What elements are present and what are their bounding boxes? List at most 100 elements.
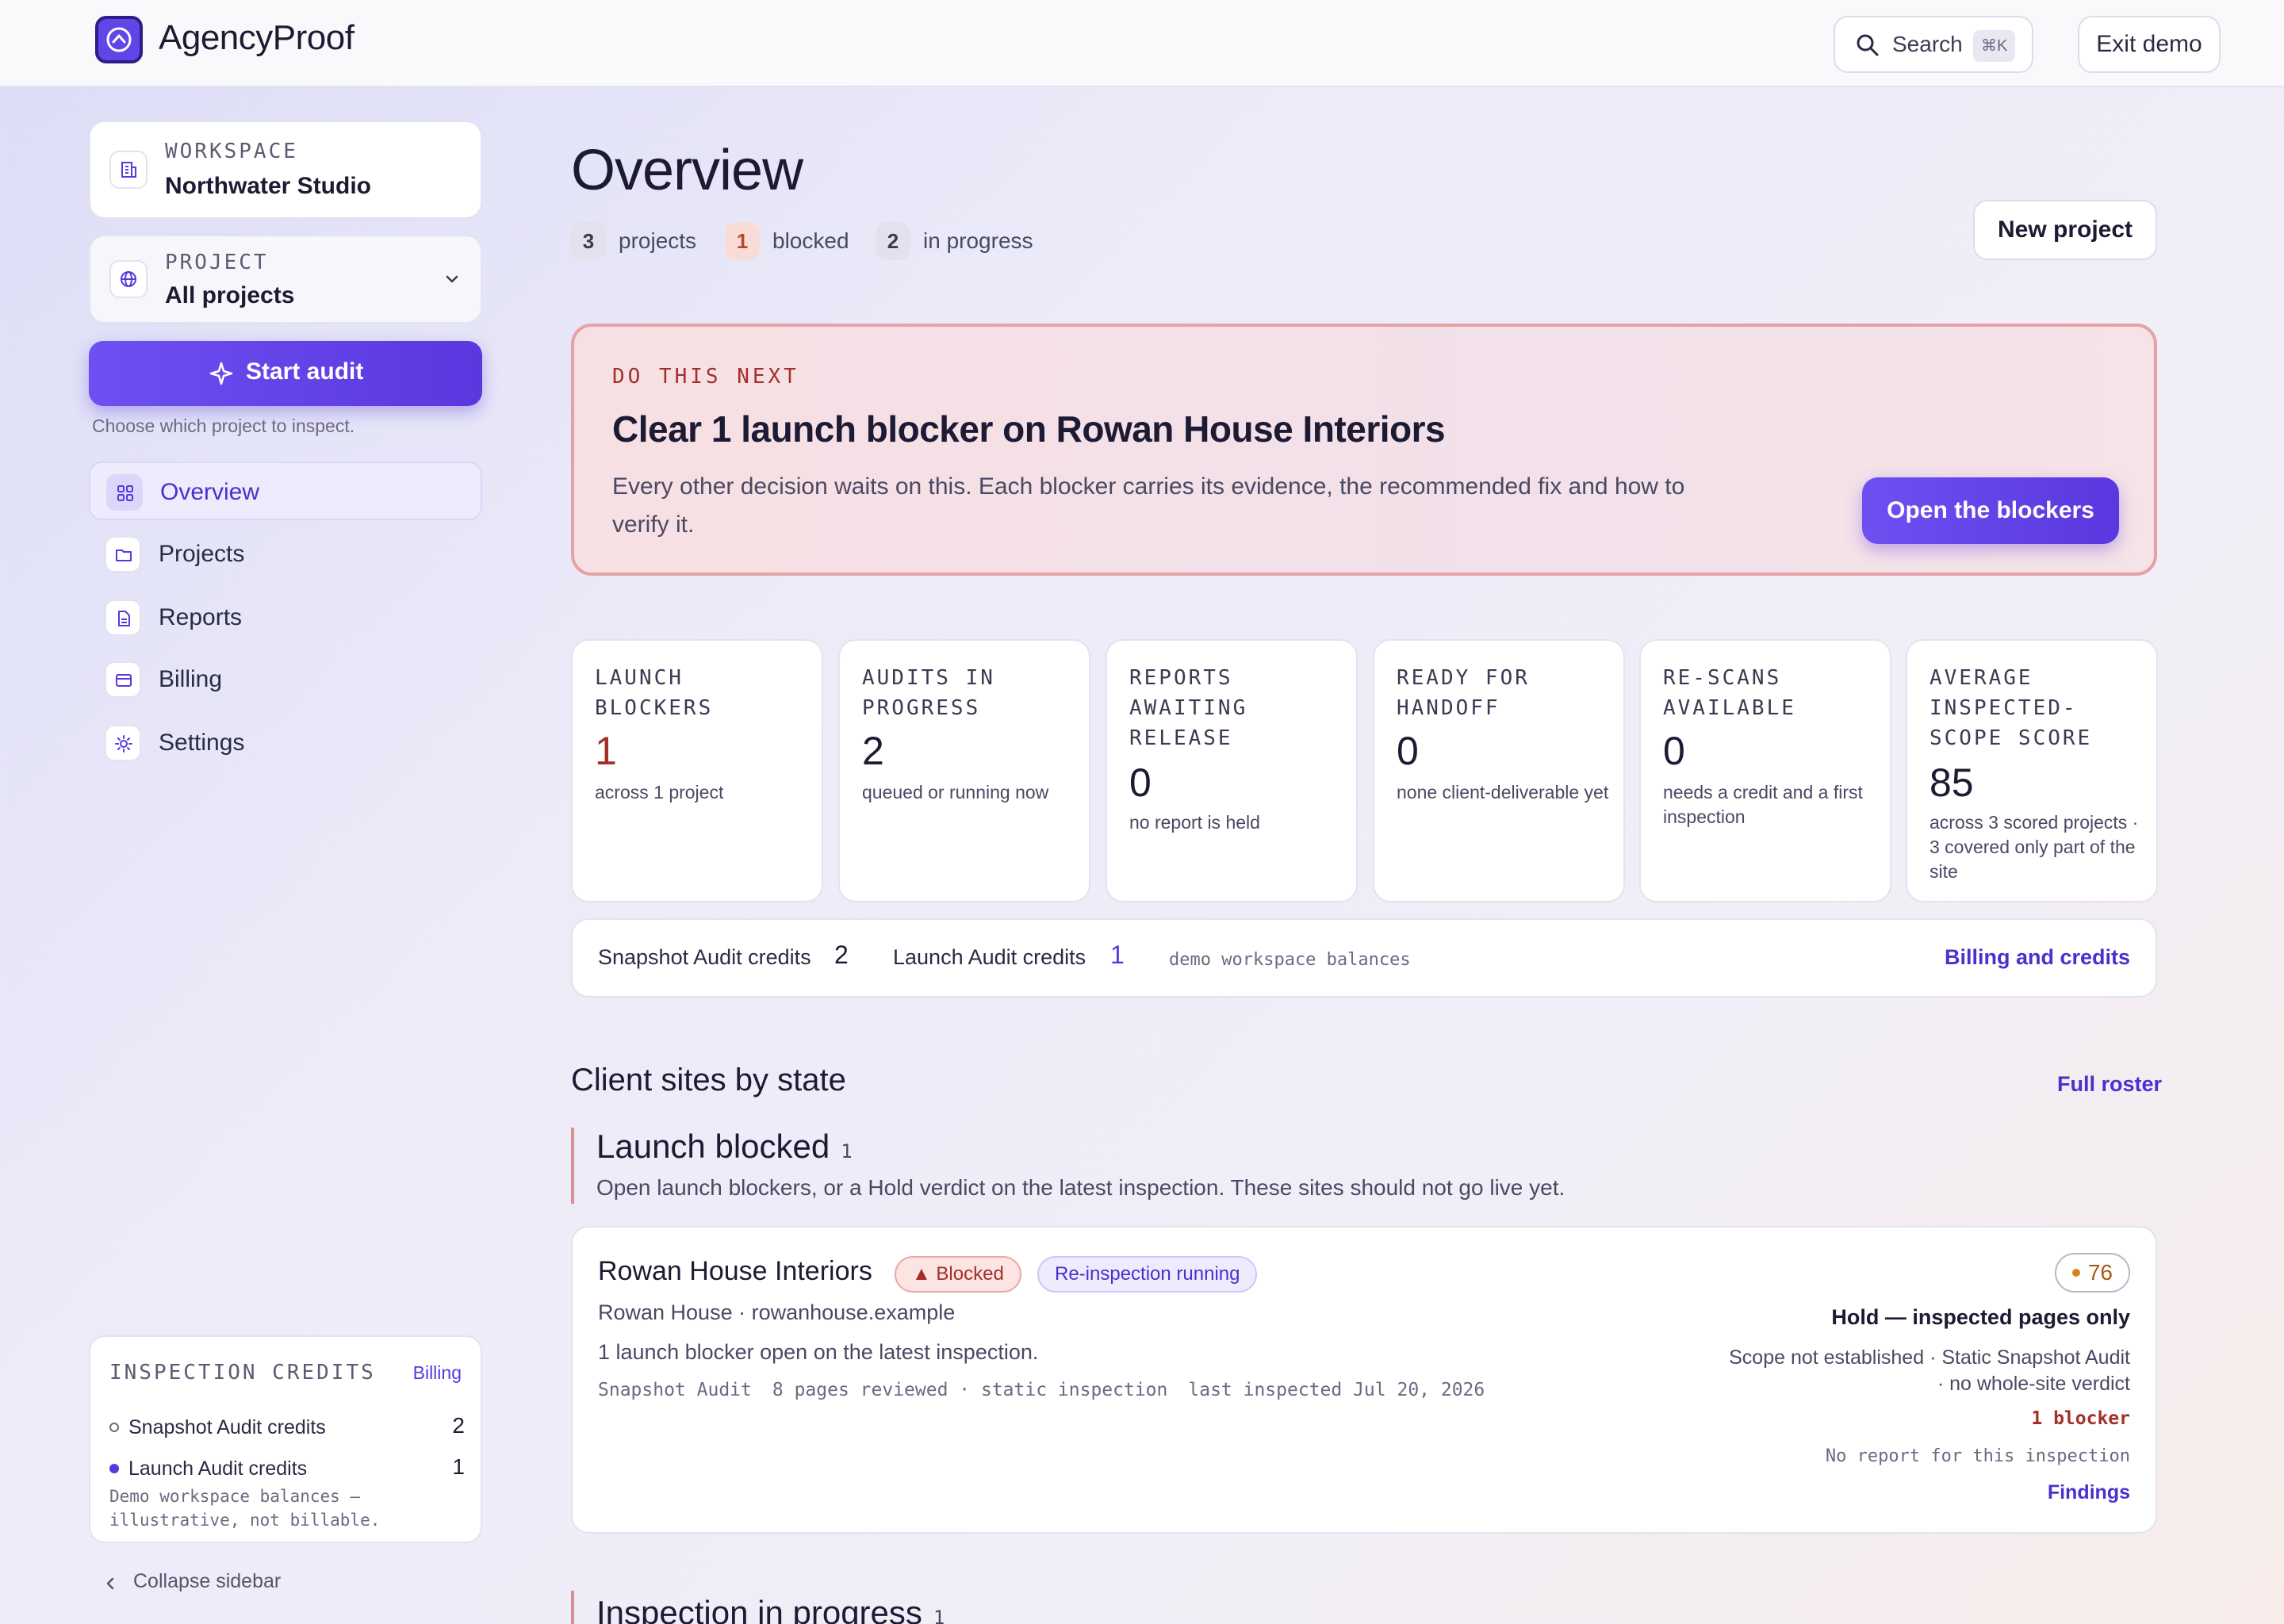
next-action-card: DO THIS NEXT Clear 1 launch blocker on R… [571, 324, 2157, 576]
in-progress-count-label: in progress [923, 228, 1033, 253]
metric-value: 0 [1129, 760, 1152, 805]
start-audit-label: Start audit [246, 358, 364, 385]
site-scope: Scope not established · Static Snapshot … [1729, 1346, 2130, 1395]
metric-reports-awaiting-release[interactable]: REPORTS AWAITING RELEASE 0 no report is … [1106, 639, 1358, 902]
metric-caption: AVERAGE INSPECTED-SCOPE SCORE [1930, 666, 2093, 750]
sidebar-item-label: Projects [159, 541, 245, 567]
launch-credits-label: Launch Audit credits [893, 945, 1086, 969]
warning-dot-icon [2071, 1269, 2080, 1277]
brand-logo-icon[interactable] [95, 16, 143, 63]
project-caption: PROJECT [165, 251, 269, 274]
sidebar-item-label: Settings [159, 730, 245, 756]
site-report-status: No report for this inspection [1825, 1446, 2130, 1466]
audit-type: Snapshot Audit [598, 1380, 752, 1400]
metric-value: 85 [1930, 760, 1974, 805]
hollow-dot-icon [109, 1423, 119, 1432]
billing-and-credits-link[interactable]: Billing and credits [1945, 945, 2130, 970]
site-domain: Rowan House · rowanhouse.example [598, 1300, 956, 1324]
metric-ready-for-handoff[interactable]: READY FOR HANDOFF 0 none client-delivera… [1373, 639, 1625, 902]
sparkle-icon [209, 362, 233, 385]
blocked-count-label: blocked [772, 228, 849, 253]
chevron-down-icon [446, 275, 458, 283]
metric-average-score[interactable]: AVERAGE INSPECTED-SCOPE SCORE 85 across … [1906, 639, 2158, 902]
globe-icon [109, 260, 148, 298]
site-verdict: Hold — inspected pages only [1831, 1305, 2130, 1329]
metric-description: needs a credit and a first inspection [1663, 782, 1863, 827]
group-launch-blocked: Launch blocked 1 Open launch blockers, or… [571, 1128, 2157, 1204]
snapshot-credits-label: Snapshot Audit credits [598, 945, 811, 969]
in-progress-count-pill: 2 [876, 222, 910, 260]
sidebar-item-overview[interactable]: Overview [89, 462, 482, 520]
metric-launch-blockers[interactable]: LAUNCH BLOCKERS 1 across 1 project [571, 639, 823, 902]
site-summary: 1 launch blocker open on the latest insp… [598, 1340, 1039, 1364]
open-blockers-button[interactable]: Open the blockers [1862, 477, 2119, 544]
project-selector[interactable]: PROJECT All projects [89, 235, 482, 324]
metric-caption: READY FOR HANDOFF [1397, 666, 1530, 720]
credits-billing-link[interactable]: Billing [413, 1362, 462, 1384]
group-count: 1 [933, 1607, 945, 1624]
sidebar-item-label: Billing [159, 666, 223, 692]
metric-audits-in-progress[interactable]: AUDITS IN PROGRESS 2 queued or running n… [838, 639, 1090, 902]
sidebar-item-settings[interactable]: Settings [89, 714, 482, 772]
pages-reviewed: 8 pages reviewed · static inspection [772, 1380, 1168, 1400]
gear-icon [105, 725, 141, 761]
score-value: 76 [2087, 1260, 2113, 1285]
grid-icon [106, 474, 143, 511]
group-title-text: Inspection in progress [596, 1594, 922, 1624]
metric-value: 1 [595, 729, 617, 773]
next-action-body: Every other decision waits on this. Each… [612, 473, 1685, 538]
chevron-left-icon [106, 1577, 114, 1590]
metric-caption: RE-SCANS AVAILABLE [1663, 666, 1796, 720]
exit-demo-button[interactable]: Exit demo [2078, 16, 2221, 73]
group-title: Inspection in progress 1 [596, 1594, 945, 1624]
project-name: All projects [165, 282, 295, 308]
site-card-rowan-house[interactable]: Rowan House Interiors ▲ Blocked Re-inspe… [571, 1226, 2157, 1534]
credit-value: 2 [452, 1413, 465, 1438]
score-badge: 76 [2054, 1253, 2130, 1293]
search-shortcut: ⌘K [1973, 30, 2016, 62]
balances-note: demo workspace balances [1169, 950, 1411, 970]
site-meta: Snapshot Audit 8 pages reviewed · static … [598, 1380, 1505, 1400]
folder-icon [105, 536, 141, 573]
site-blocker-count: 1 blocker [2031, 1408, 2130, 1429]
metric-description: across 3 scored projects · 3 covered onl… [1930, 812, 2139, 882]
new-project-button[interactable]: New project [1973, 200, 2157, 260]
start-audit-button[interactable]: Start audit [89, 341, 482, 406]
metric-caption: LAUNCH BLOCKERS [595, 666, 714, 720]
metric-value: 2 [862, 729, 884, 773]
workspace-selector[interactable]: WORKSPACE Northwater Studio [89, 121, 482, 219]
group-title: Launch blocked 1 [596, 1128, 853, 1166]
snapshot-credits-value: 2 [834, 940, 849, 969]
metric-caption: REPORTS AWAITING RELEASE [1129, 666, 1248, 750]
group-description: Open launch blockers, or a Hold verdict … [596, 1175, 1565, 1200]
sidebar-item-projects[interactable]: Projects [89, 525, 482, 584]
section-title: Client sites by state [571, 1063, 846, 1097]
start-audit-hint: Choose which project to inspect. [92, 416, 355, 436]
credits-note: Demo workspace balances — illustrative, … [109, 1487, 381, 1530]
top-bar: AgencyProof Search ⌘K Exit demo [0, 0, 2284, 87]
sidebar-item-label: Overview [160, 479, 260, 505]
metric-description: queued or running now [862, 782, 1049, 802]
metric-rescans-available[interactable]: RE-SCANS AVAILABLE 0 needs a credit and … [1639, 639, 1891, 902]
site-name[interactable]: Rowan House Interiors [598, 1256, 872, 1287]
sidebar-item-billing[interactable]: Billing [89, 650, 482, 709]
metric-value: 0 [1663, 729, 1685, 773]
credit-row-launch: Launch Audit credits 1 [109, 1453, 465, 1484]
brand-name[interactable]: AgencyProof [159, 16, 354, 60]
inspection-credits-panel: INSPECTION CREDITS Billing Snapshot Audi… [89, 1335, 482, 1543]
full-roster-link[interactable]: Full roster [2057, 1072, 2162, 1097]
search-button[interactable]: Search ⌘K [1834, 16, 2033, 73]
status-badge-running: Re-inspection running [1037, 1256, 1258, 1293]
group-count: 1 [841, 1140, 853, 1162]
metric-description: no report is held [1129, 812, 1260, 833]
metric-description: across 1 project [595, 782, 724, 802]
metric-description: none client-deliverable yet [1397, 782, 1609, 802]
next-action-title: Clear 1 launch blocker on Rowan House In… [612, 408, 1446, 450]
sidebar-item-label: Reports [159, 604, 243, 630]
sidebar-item-reports[interactable]: Reports [89, 588, 482, 647]
findings-link[interactable]: Findings [2048, 1481, 2130, 1504]
group-inspection-in-progress: Inspection in progress 1 [571, 1591, 2157, 1624]
collapse-sidebar-label: Collapse sidebar [133, 1570, 282, 1592]
card-icon [105, 661, 141, 698]
projects-count-label: projects [619, 228, 697, 253]
